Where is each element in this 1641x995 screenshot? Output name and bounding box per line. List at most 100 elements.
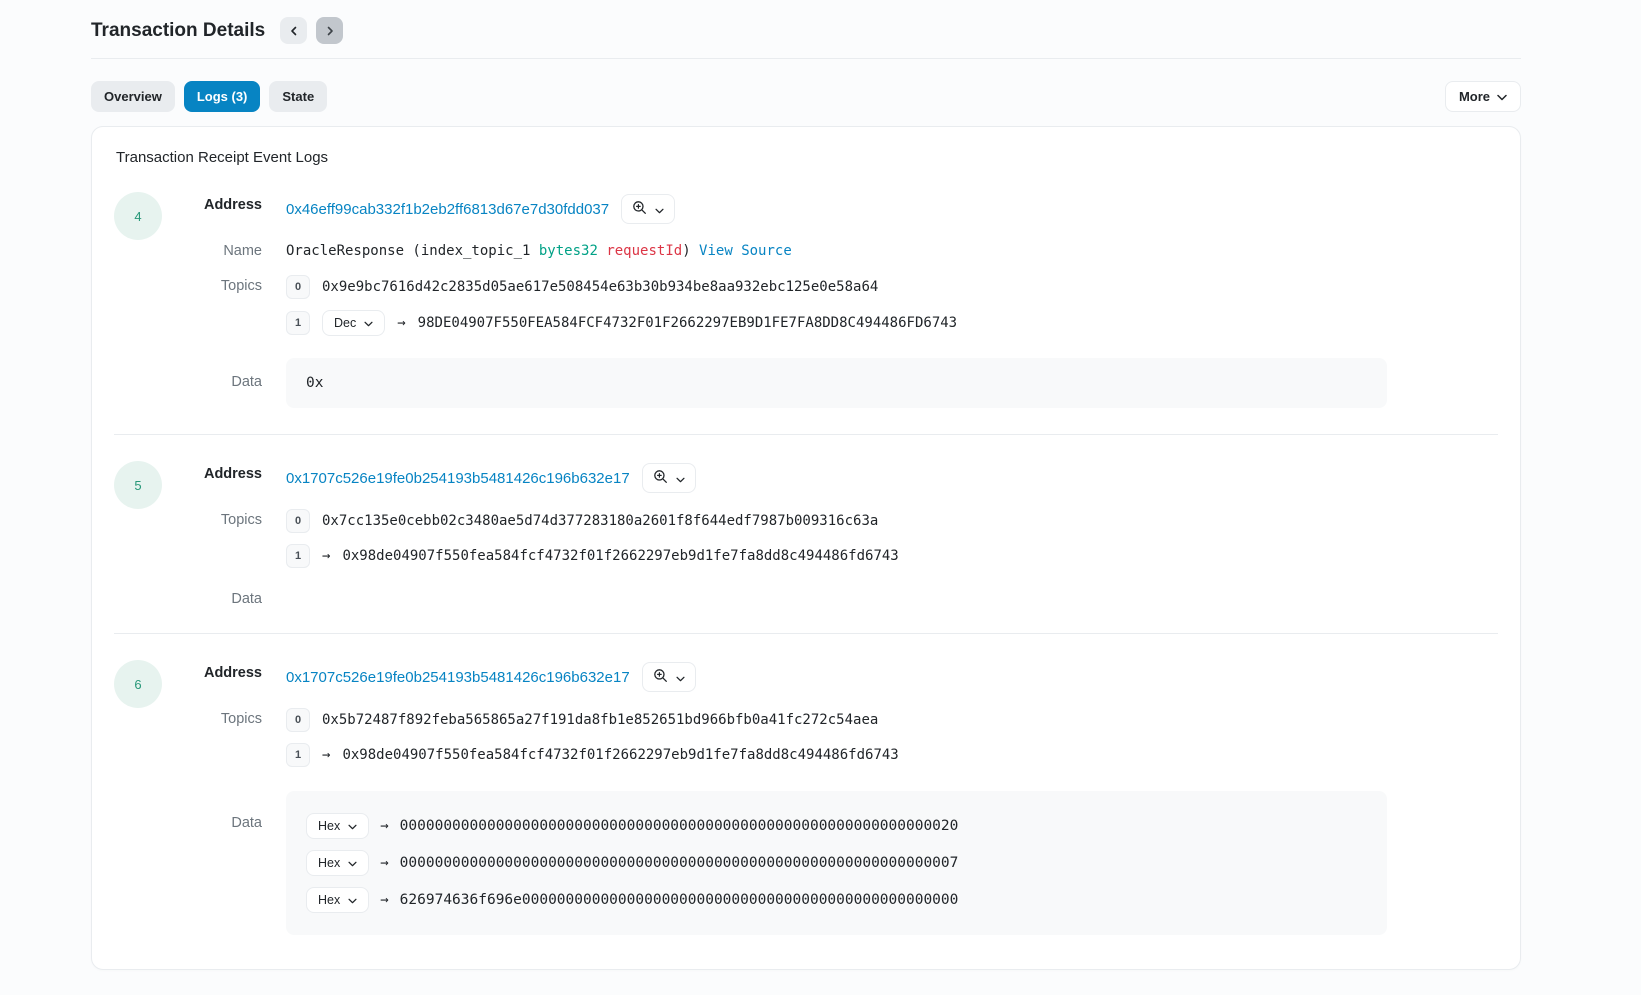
topic-index-badge: 0 — [286, 509, 310, 533]
name-label: Name — [162, 240, 262, 259]
event-param-name: requestId — [598, 243, 682, 259]
chevron-down-icon — [348, 819, 357, 833]
log-index-badge: 4 — [114, 192, 162, 240]
address-expand-button[interactable] — [642, 662, 696, 692]
page-header: Transaction Details — [91, 0, 1521, 59]
topic-value: 0x9e9bc7616d42c2835d05ae617e508454e63b30… — [322, 279, 878, 295]
tabs: Overview Logs (3) State — [91, 81, 327, 112]
address-link[interactable]: 0x1707c526e19fe0b254193b5481426c196b632e… — [286, 470, 630, 487]
data-label: Data — [162, 588, 262, 607]
data-word-value: 0000000000000000000000000000000000000000… — [400, 855, 959, 871]
chevron-down-icon — [348, 893, 357, 907]
address-link[interactable]: 0x1707c526e19fe0b254193b5481426c196b632e… — [286, 669, 630, 686]
data-row: Data 0x — [162, 358, 1498, 408]
chevron-down-icon — [655, 202, 664, 217]
previous-transaction-button[interactable] — [280, 17, 307, 44]
data-value: 0x — [306, 375, 323, 391]
topic-item: 0 0x7cc135e0cebb02c3480ae5d74d377283180a… — [286, 509, 1498, 533]
name-row: Name OracleResponse (index_topic_1 bytes… — [162, 240, 1498, 259]
data-word-value: 626974636f696e00000000000000000000000000… — [400, 892, 959, 908]
data-word-row: Hex → 626974636f696e00000000000000000000… — [306, 887, 1367, 913]
tabs-row: Overview Logs (3) State More — [91, 81, 1521, 112]
address-row: Address 0x1707c526e19fe0b254193b5481426c… — [162, 463, 1498, 493]
topic-index-badge: 0 — [286, 708, 310, 732]
chevron-down-icon — [364, 316, 373, 330]
log-index-badge: 6 — [114, 660, 162, 708]
topics-label: Topics — [162, 275, 262, 294]
magnifier-plus-icon — [653, 668, 668, 686]
chevron-right-icon — [325, 26, 335, 36]
topic-item: 1 Dec → 98DE04907F550FEA584FCF4732F01F26… — [286, 310, 1498, 336]
address-expand-button[interactable] — [642, 463, 696, 493]
view-source-link[interactable]: View Source — [699, 243, 792, 259]
topics-label: Topics — [162, 509, 262, 528]
event-param-type: bytes32 — [539, 243, 598, 259]
address-expand-button[interactable] — [621, 194, 675, 224]
event-logs-card: Transaction Receipt Event Logs 4 Address… — [91, 126, 1521, 970]
arrow-glyph: → — [380, 892, 388, 908]
chevron-down-icon — [676, 471, 685, 486]
chevron-down-icon — [676, 670, 685, 685]
arrow-glyph: → — [380, 818, 388, 834]
arrow-glyph: → — [322, 747, 330, 763]
address-label: Address — [162, 662, 262, 681]
data-word-row: Hex → 0000000000000000000000000000000000… — [306, 813, 1367, 839]
topic-value: 0x98de04907f550fea584fcf4732f01f2662297e… — [342, 548, 898, 564]
topic-item: 0 0x9e9bc7616d42c2835d05ae617e508454e63b… — [286, 275, 1498, 299]
event-signature: OracleResponse (index_topic_1 — [286, 243, 539, 259]
address-label: Address — [162, 463, 262, 482]
magnifier-plus-icon — [653, 469, 668, 487]
data-box: Hex → 0000000000000000000000000000000000… — [286, 791, 1387, 935]
converter-label: Hex — [318, 893, 340, 907]
card-heading: Transaction Receipt Event Logs — [116, 149, 1498, 166]
topic-value: 0x5b72487f892feba565865a27f191da8fb1e852… — [322, 712, 878, 728]
topic-value: 98DE04907F550FEA584FCF4732F01F2662297EB9… — [418, 315, 957, 331]
topic-index-badge: 0 — [286, 275, 310, 299]
topic-index-badge: 1 — [286, 743, 310, 767]
log-entry: 5 Address 0x1707c526e19fe0b254193b548142… — [114, 434, 1498, 607]
log-entry: 4 Address 0x46eff99cab332f1b2eb2ff6813d6… — [114, 192, 1498, 408]
data-row: Data — [162, 588, 1498, 607]
data-word-value: 0000000000000000000000000000000000000000… — [400, 818, 959, 834]
more-dropdown-button[interactable]: More — [1445, 81, 1521, 112]
data-word-row: Hex → 0000000000000000000000000000000000… — [306, 850, 1367, 876]
more-label: More — [1459, 89, 1490, 104]
topic-item: 0 0x5b72487f892feba565865a27f191da8fb1e8… — [286, 708, 1498, 732]
log-entry: 6 Address 0x1707c526e19fe0b254193b548142… — [114, 633, 1498, 935]
page-title: Transaction Details — [91, 20, 265, 42]
data-box: 0x — [286, 358, 1387, 408]
chevron-down-icon — [348, 856, 357, 870]
topic-converter-dropdown[interactable]: Dec — [322, 310, 385, 336]
next-transaction-button[interactable] — [316, 17, 343, 44]
topic-item: 1 → 0x98de04907f550fea584fcf4732f01f2662… — [286, 544, 1498, 568]
magnifier-plus-icon — [632, 200, 647, 218]
data-label: Data — [162, 791, 262, 831]
address-label: Address — [162, 194, 262, 213]
converter-label: Hex — [318, 856, 340, 870]
data-converter-dropdown[interactable]: Hex — [306, 887, 369, 913]
data-converter-dropdown[interactable]: Hex — [306, 813, 369, 839]
page: Transaction Details Overview Logs (3) St… — [0, 0, 1641, 995]
topics-row: Topics 0 0x7cc135e0cebb02c3480ae5d74d377… — [162, 509, 1498, 568]
data-converter-dropdown[interactable]: Hex — [306, 850, 369, 876]
converter-label: Hex — [318, 819, 340, 833]
topics-row: Topics 0 0x5b72487f892feba565865a27f191d… — [162, 708, 1498, 767]
topics-label: Topics — [162, 708, 262, 727]
topic-index-badge: 1 — [286, 544, 310, 568]
tab-logs[interactable]: Logs (3) — [184, 81, 261, 112]
address-row: Address 0x1707c526e19fe0b254193b5481426c… — [162, 662, 1498, 692]
topic-value: 0x7cc135e0cebb02c3480ae5d74d377283180a26… — [322, 513, 878, 529]
address-link[interactable]: 0x46eff99cab332f1b2eb2ff6813d67e7d30fdd0… — [286, 201, 609, 218]
log-index-badge: 5 — [114, 461, 162, 509]
arrow-glyph: → — [397, 315, 405, 331]
chevron-left-icon — [289, 26, 299, 36]
data-row: Data Hex → 00000000000000000000000000000… — [162, 791, 1498, 935]
tab-state[interactable]: State — [269, 81, 327, 112]
topics-row: Topics 0 0x9e9bc7616d42c2835d05ae617e508… — [162, 275, 1498, 336]
topic-value: 0x98de04907f550fea584fcf4732f01f2662297e… — [342, 747, 898, 763]
arrow-glyph: → — [322, 548, 330, 564]
topic-item: 1 → 0x98de04907f550fea584fcf4732f01f2662… — [286, 743, 1498, 767]
tab-overview[interactable]: Overview — [91, 81, 175, 112]
arrow-glyph: → — [380, 855, 388, 871]
data-label: Data — [162, 358, 262, 390]
